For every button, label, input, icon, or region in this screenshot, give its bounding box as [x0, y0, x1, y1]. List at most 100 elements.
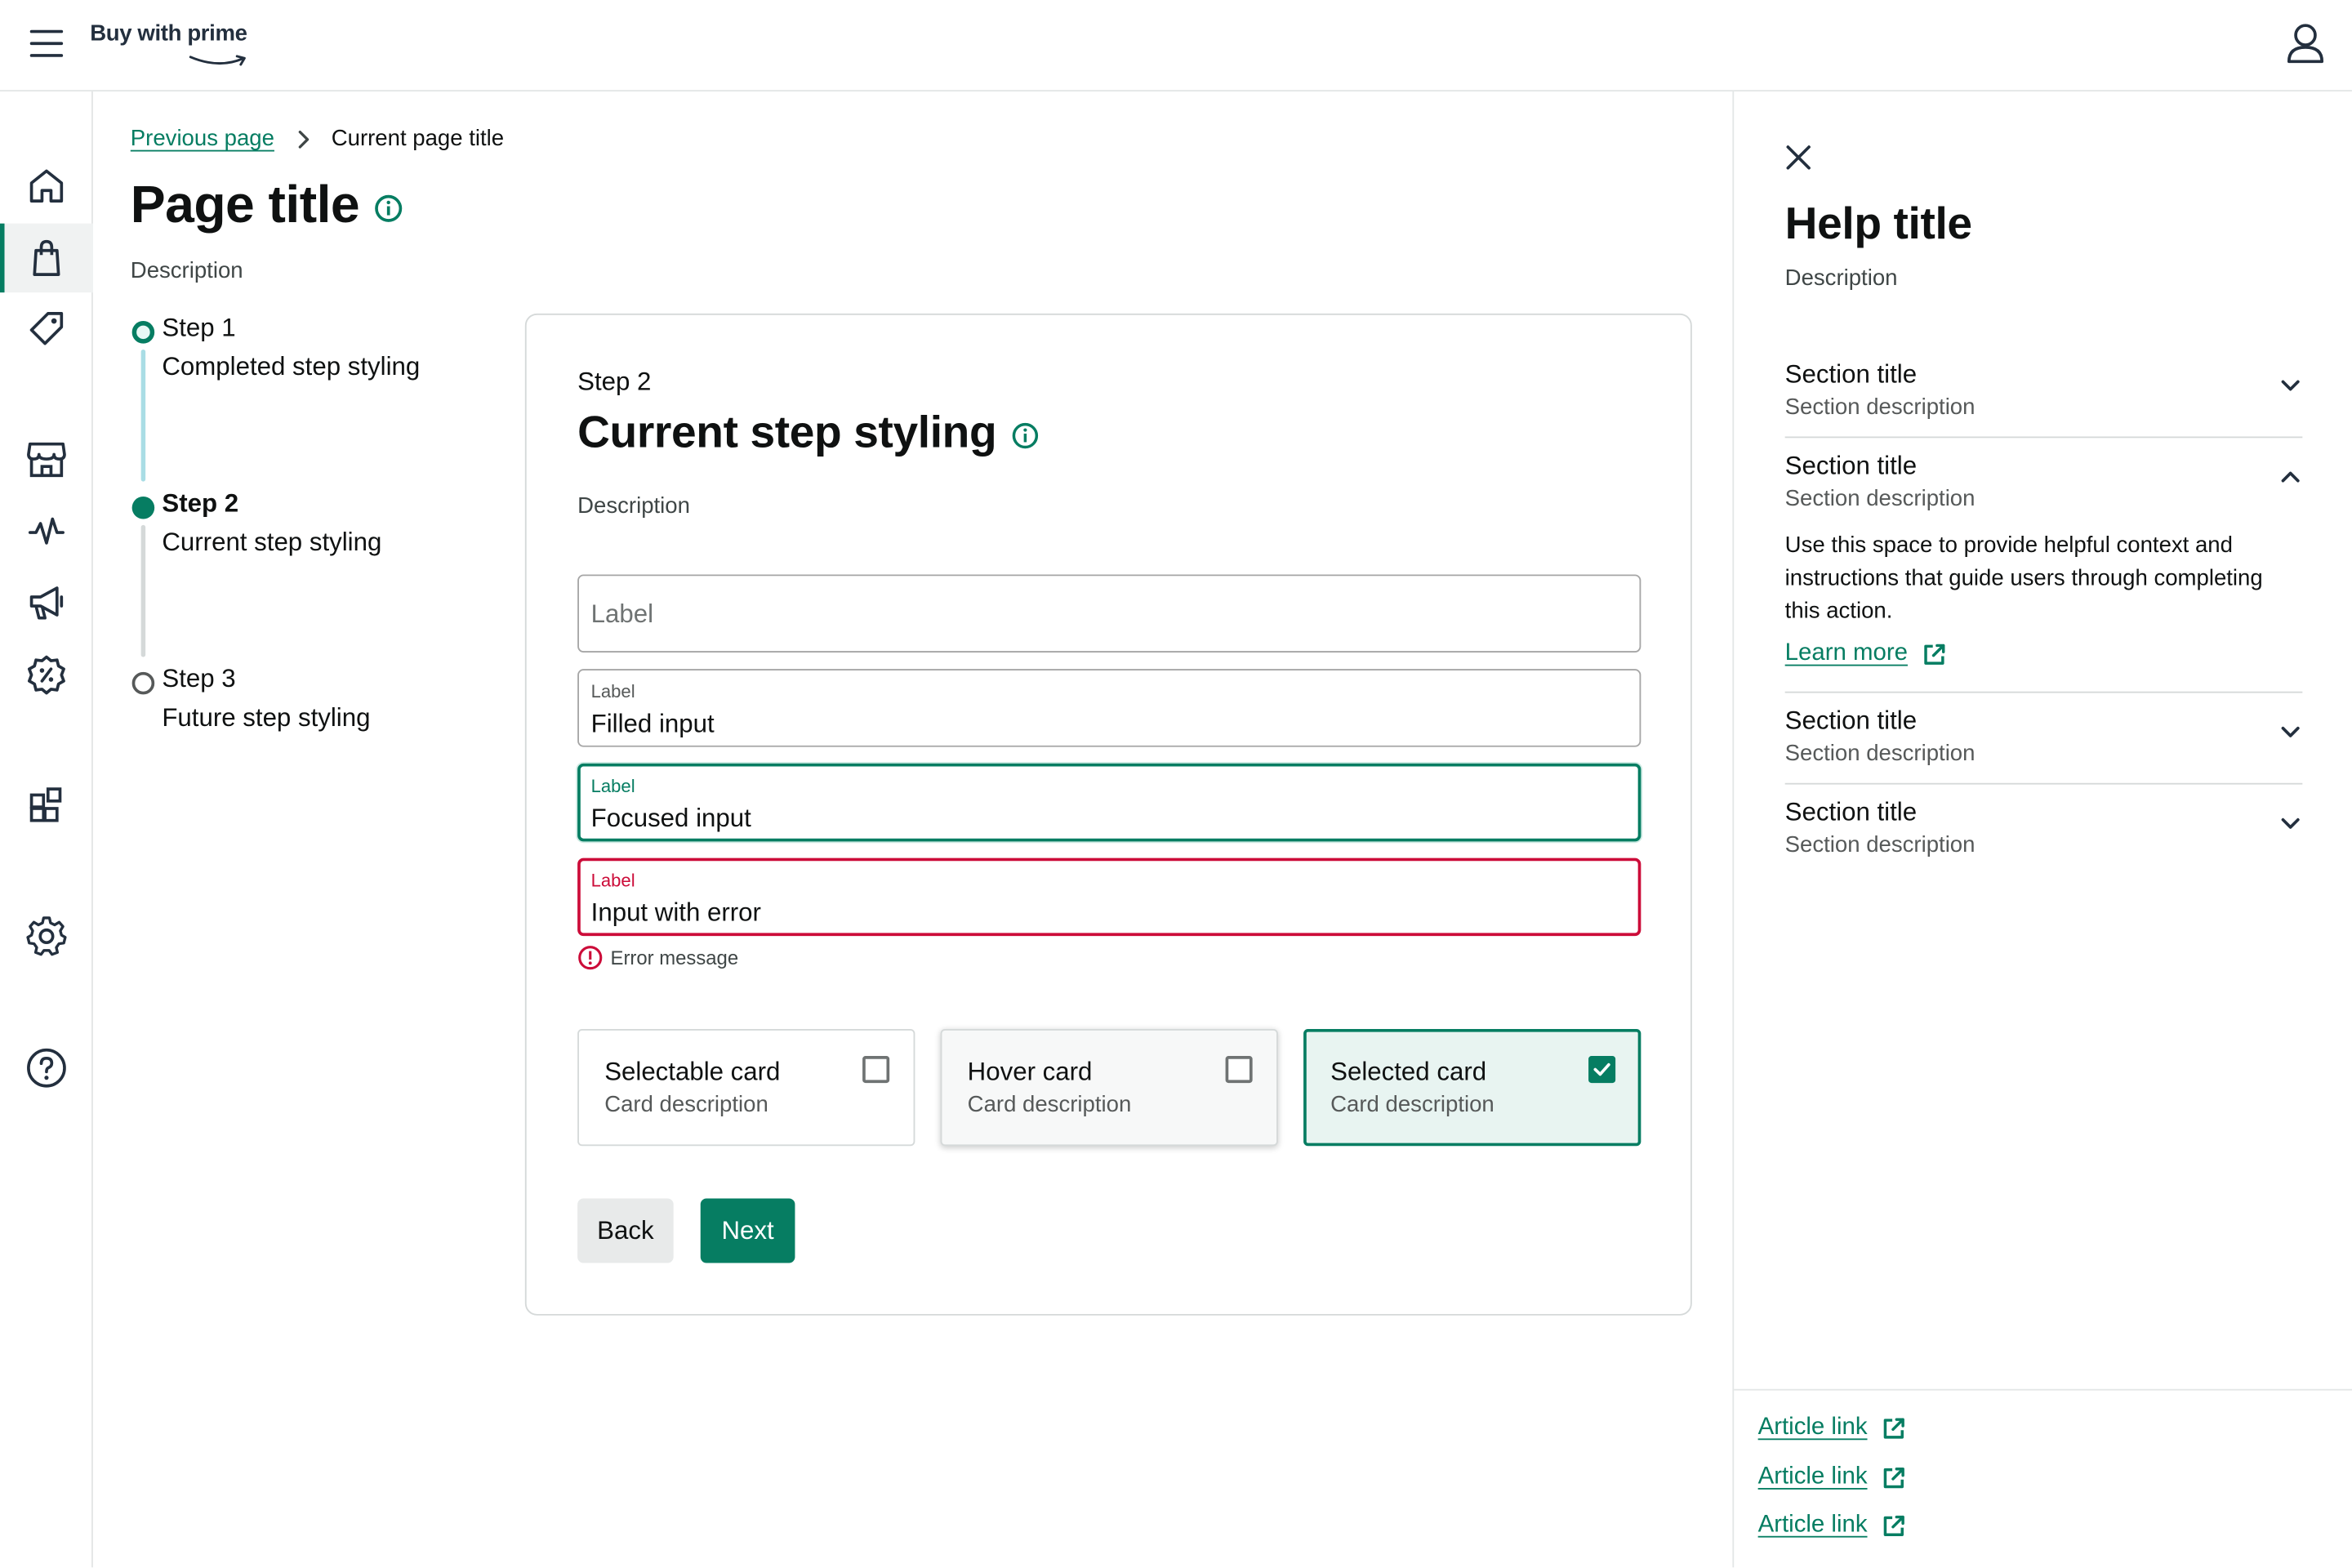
step-label: Completed step styling: [162, 352, 421, 381]
help-icon: [27, 1048, 66, 1088]
brand-name: Buy with prime: [90, 20, 247, 47]
card-checkbox[interactable]: [1225, 1056, 1253, 1084]
section-title: Section title: [1784, 451, 1918, 480]
nav-orders[interactable]: [0, 223, 93, 293]
error-message: Error message: [577, 945, 738, 970]
nav-apps[interactable]: [0, 771, 93, 840]
home-icon: [29, 169, 64, 203]
info-icon[interactable]: [373, 194, 403, 224]
main-content: Previous page Current page title Page ti…: [93, 91, 1731, 1567]
widgets-icon: [29, 787, 62, 822]
learn-more: Learn more: [1785, 640, 1947, 667]
card-description: Card description: [1330, 1092, 1494, 1118]
nav-promotions[interactable]: [0, 294, 93, 363]
nav-storefront[interactable]: [0, 425, 93, 493]
error-input[interactable]: Label Input with error: [577, 858, 1642, 937]
menu-icon[interactable]: [29, 27, 64, 60]
step-connector: [140, 524, 146, 657]
learn-more-link[interactable]: Learn more: [1785, 640, 1908, 667]
badge-percent-icon: [27, 655, 65, 695]
shopping-bag-icon: [33, 239, 60, 276]
card-title: Hover card: [967, 1057, 1093, 1086]
nav-marketing[interactable]: [0, 568, 93, 637]
storefront-icon: [27, 442, 66, 478]
nav-deals[interactable]: [0, 640, 93, 709]
smile-arrow-icon: [189, 55, 246, 66]
back-button[interactable]: Back: [577, 1198, 674, 1263]
section-description: Section description: [1784, 832, 1976, 858]
nav-analytics[interactable]: [0, 497, 93, 565]
app-window: Buy with prime Previous page Current pag…: [0, 0, 2352, 1568]
article-item: Article link: [1758, 1464, 1907, 1491]
selectable-card[interactable]: Selectable card Card description: [577, 1028, 915, 1147]
chevron-down-icon[interactable]: [2280, 816, 2301, 831]
input-label: Label: [590, 680, 635, 702]
step-completed-indicator: [131, 321, 155, 344]
card-title: Selected card: [1330, 1057, 1487, 1086]
tag-icon: [29, 312, 64, 345]
article-link[interactable]: Article link: [1758, 1464, 1868, 1491]
step-label: Current step styling: [162, 528, 382, 557]
card-checkbox[interactable]: [862, 1056, 890, 1084]
megaphone-icon: [29, 586, 64, 620]
nav-home[interactable]: [0, 152, 93, 220]
section-description: Section description: [1784, 486, 1976, 512]
step-label: Future step styling: [162, 703, 371, 733]
card-description: Card description: [967, 1092, 1132, 1118]
form-title: Current step styling: [577, 408, 997, 458]
next-button[interactable]: Next: [700, 1198, 795, 1263]
chevron-right-icon: [296, 128, 310, 149]
page-title: Page title: [130, 175, 360, 234]
section-title: Section title: [1784, 798, 1918, 827]
error-icon: [577, 945, 603, 970]
article-link[interactable]: Article link: [1758, 1512, 1868, 1539]
article-item: Article link: [1758, 1512, 1907, 1539]
accordion-divider: [1784, 691, 2303, 693]
gear-icon: [26, 916, 67, 956]
card-description: Card description: [604, 1092, 768, 1118]
focused-input[interactable]: Label Focused input: [577, 763, 1642, 842]
activity-icon: [28, 517, 65, 545]
input-placeholder: Label: [590, 599, 654, 629]
form-step-label: Step 2: [577, 367, 652, 396]
input-value: Focused input: [590, 804, 751, 833]
card-checkbox-checked[interactable]: [1588, 1056, 1616, 1084]
help-title: Help title: [1784, 199, 1972, 249]
selected-card[interactable]: Selected card Card description: [1303, 1028, 1642, 1147]
form-title-row: Current step styling: [577, 408, 1040, 459]
chevron-down-icon[interactable]: [2280, 724, 2301, 739]
article-item: Article link: [1758, 1414, 1907, 1441]
breadcrumb: Previous page Current page title: [131, 126, 504, 151]
empty-input[interactable]: Label: [577, 574, 1642, 653]
article-link[interactable]: Article link: [1758, 1414, 1868, 1441]
input-value: Filled input: [590, 709, 715, 738]
step-current-indicator: [131, 496, 155, 519]
external-link-icon: [1881, 1512, 1906, 1538]
nav-settings[interactable]: [0, 902, 93, 970]
chevron-down-icon[interactable]: [2280, 378, 2301, 393]
error-message-text: Error message: [610, 946, 739, 969]
side-nav: [0, 91, 93, 1568]
filled-input[interactable]: Label Filled input: [577, 669, 1642, 747]
top-bar: Buy with prime: [0, 0, 2352, 92]
close-icon[interactable]: [1784, 142, 1814, 172]
section-title: Section title: [1784, 359, 1918, 389]
form-card: Step 2 Current step styling Description …: [524, 313, 1692, 1316]
step-number: Step 1: [162, 313, 236, 342]
help-panel: Help title Description Section title Sec…: [1732, 91, 2352, 1568]
breadcrumb-previous-link[interactable]: Previous page: [131, 126, 274, 151]
help-description: Description: [1784, 265, 1898, 292]
accordion-divider: [1784, 782, 2303, 785]
hover-card[interactable]: Hover card Card description: [940, 1028, 1278, 1147]
chevron-up-icon[interactable]: [2280, 470, 2301, 484]
section-description: Section description: [1784, 394, 1976, 421]
input-value: Input with error: [590, 898, 761, 928]
info-icon[interactable]: [1012, 421, 1040, 449]
user-icon[interactable]: [2286, 23, 2325, 65]
step-number: Step 2: [162, 488, 239, 518]
section-title: Section title: [1784, 706, 1918, 735]
nav-help[interactable]: [0, 1033, 93, 1102]
input-label: Label: [590, 775, 635, 797]
brand-logo[interactable]: Buy with prime: [90, 20, 247, 66]
card-title: Selectable card: [604, 1057, 781, 1086]
